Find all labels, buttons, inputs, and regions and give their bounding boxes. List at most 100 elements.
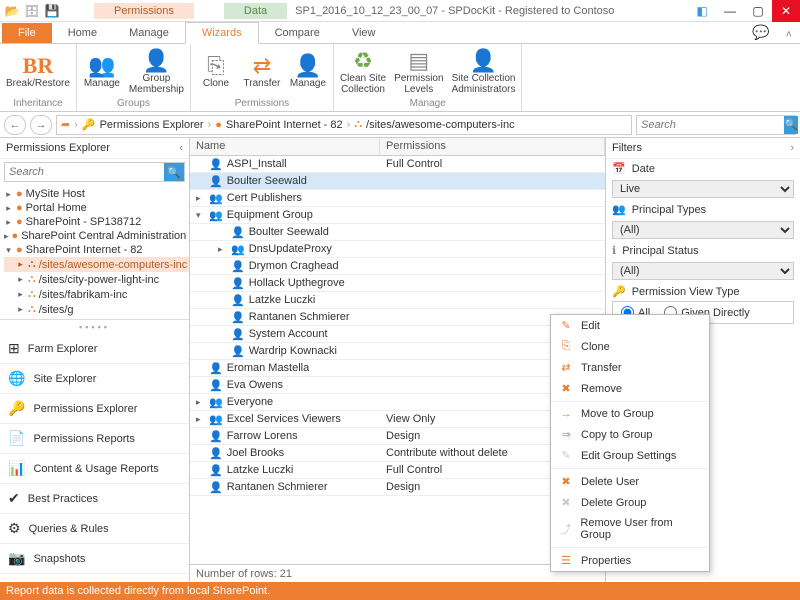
clone-button[interactable]: ⎘Clone xyxy=(197,55,235,89)
qat-save-icon[interactable]: 💾 xyxy=(44,3,60,19)
nav-search[interactable]: 🔍 xyxy=(636,115,796,135)
table-row[interactable]: 👤Drymon Craghead xyxy=(190,258,605,275)
ribbon-collapse-icon[interactable]: ˄ xyxy=(778,27,800,43)
nav-category[interactable]: 🌐Site Explorer xyxy=(0,364,189,394)
nav-category[interactable]: ⚙Queries & Rules xyxy=(0,514,189,544)
view-type-icon: 🔑 xyxy=(612,285,626,298)
tree-search[interactable]: 🔍 xyxy=(4,162,185,182)
group-membership-button[interactable]: 👤Group Membership xyxy=(129,50,184,95)
clean-site-button[interactable]: ♻Clean Site Collection xyxy=(340,50,386,95)
table-row[interactable]: 👤Wardrip Kownacki xyxy=(190,343,605,360)
title-bar: 📂 🗄 💾 Permissions Data SP1_2016_10_12_23… xyxy=(0,0,800,22)
tree-search-input[interactable] xyxy=(5,163,164,181)
transfer-button[interactable]: ⇄Transfer xyxy=(243,55,281,89)
groups-manage-button[interactable]: 👥Manage xyxy=(83,55,121,89)
tab-file[interactable]: File xyxy=(2,23,52,43)
site-admins-button[interactable]: 👤Site Collection Administrators xyxy=(452,50,516,95)
chevron-right-icon[interactable]: › xyxy=(790,142,794,154)
principal-types-select[interactable]: (All) xyxy=(612,221,794,239)
table-row[interactable]: 👤Eva Owens xyxy=(190,377,605,394)
search-icon[interactable]: 🔍 xyxy=(784,116,798,134)
table-row[interactable]: ▾👥Equipment Group xyxy=(190,207,605,224)
table-row[interactable]: 👤Rantanen Schmierer xyxy=(190,309,605,326)
menu-item[interactable]: ⇄Transfer xyxy=(551,357,709,378)
perm-manage-button[interactable]: 👤Manage xyxy=(289,55,327,89)
table-row[interactable]: 👤Rantanen SchmiererDesign xyxy=(190,479,605,496)
tab-home[interactable]: Home xyxy=(52,23,113,43)
help-square-icon[interactable]: ◧ xyxy=(688,0,716,22)
break-restore-button[interactable]: BRBreak/Restore xyxy=(6,55,70,89)
chevron-left-icon[interactable]: ‹ xyxy=(179,142,183,154)
perm-levels-button[interactable]: ▤Permission Levels xyxy=(394,50,443,95)
table-row[interactable]: 👤Latzke LuczkiFull Control xyxy=(190,462,605,479)
principal-status-icon: ℹ xyxy=(612,244,616,257)
tab-wizards[interactable]: Wizards xyxy=(185,22,259,44)
menu-item[interactable]: ⎘Clone xyxy=(551,336,709,357)
nav-category[interactable]: ✔Best Practices xyxy=(0,484,189,514)
minimize-button[interactable]: — xyxy=(716,0,744,22)
menu-item: ✖Delete Group xyxy=(551,492,709,513)
grid-body: 👤ASPI_InstallFull Control👤Boulter Seewal… xyxy=(190,156,605,564)
tree-overflow[interactable]: ▪▪▪▪▪ xyxy=(0,320,189,334)
nav-category[interactable]: ⊞Farm Explorer xyxy=(0,334,189,364)
table-row[interactable]: 👤Hollack Upthegrove xyxy=(190,275,605,292)
table-row[interactable]: 👤Eroman Mastella xyxy=(190,360,605,377)
menu-item[interactable]: ✎Edit xyxy=(551,315,709,336)
tab-compare[interactable]: Compare xyxy=(259,23,336,43)
search-icon[interactable]: 🔍 xyxy=(164,163,184,181)
principal-status-select[interactable]: (All) xyxy=(612,262,794,280)
table-row[interactable]: 👤Joel BrooksContribute without delete xyxy=(190,445,605,462)
qat-open-icon[interactable]: 📂 xyxy=(4,3,20,19)
left-panel-header: Permissions Explorer ‹ xyxy=(0,138,189,159)
tree-node[interactable]: ▸●MySite Host xyxy=(4,187,189,201)
nav-search-input[interactable] xyxy=(641,119,784,131)
table-row[interactable]: ▸👥Cert Publishers xyxy=(190,190,605,207)
tree-node[interactable]: ▸⛬/sites/city-power-light-inc xyxy=(4,272,189,287)
tree-node[interactable]: ▸●Portal Home xyxy=(4,201,189,215)
filters-header: Filters › xyxy=(606,138,800,159)
nav-back-button[interactable]: ← xyxy=(4,115,26,135)
table-row[interactable]: ▸👥Excel Services ViewersView Only xyxy=(190,411,605,428)
table-row[interactable]: 👤Latzke Luczki xyxy=(190,292,605,309)
menu-item[interactable]: ☰Properties xyxy=(551,550,709,571)
nav-category[interactable]: 📷Snapshots xyxy=(0,544,189,574)
nav-category[interactable]: 📊Content & Usage Reports xyxy=(0,454,189,484)
nav-category[interactable]: 🔑Permissions Explorer xyxy=(0,394,189,424)
menu-item[interactable]: ⇒Copy to Group xyxy=(551,424,709,445)
tab-view[interactable]: View xyxy=(336,23,392,43)
context-tab-permissions: Permissions xyxy=(94,3,194,19)
tree-node[interactable]: ▾●SharePoint Internet - 82 xyxy=(4,243,189,257)
col-name[interactable]: Name xyxy=(190,138,380,155)
grid-panel: Name Permissions 👤ASPI_InstallFull Contr… xyxy=(190,138,605,583)
table-row[interactable]: ▸👥DnsUpdateProxy xyxy=(190,241,605,258)
tree-node[interactable]: ▸⛬/sites/fabrikam-inc xyxy=(4,287,189,302)
date-select[interactable]: Live xyxy=(612,180,794,198)
breadcrumb[interactable]: ➦› 🔑Permissions Explorer› ●SharePoint In… xyxy=(56,115,632,135)
left-panel: Permissions Explorer ‹ 🔍 ▸●MySite Host▸●… xyxy=(0,138,190,583)
qat-db-icon[interactable]: 🗄 xyxy=(24,3,40,19)
tree-node[interactable]: ▸⛬/sites/g xyxy=(4,302,189,317)
table-row[interactable]: 👤Farrow LorensDesign xyxy=(190,428,605,445)
nav-category[interactable]: 📄Permissions Reports xyxy=(0,424,189,454)
table-row[interactable]: 👤ASPI_InstallFull Control xyxy=(190,156,605,173)
table-row[interactable]: 👤Boulter Seewald xyxy=(190,173,605,190)
table-row[interactable]: 👤System Account xyxy=(190,326,605,343)
calendar-icon: 📅 xyxy=(612,162,626,175)
nav-forward-button[interactable]: → xyxy=(30,115,52,135)
maximize-button[interactable]: ▢ xyxy=(744,0,772,22)
navigation-bar: ← → ➦› 🔑Permissions Explorer› ●SharePoin… xyxy=(0,112,800,138)
menu-item[interactable]: ✖Remove xyxy=(551,378,709,399)
help-bubble-icon[interactable]: 💬 xyxy=(744,22,777,43)
tab-manage[interactable]: Manage xyxy=(113,23,185,43)
tree-node[interactable]: ▸⛬/sites/awesome-computers-inc xyxy=(4,257,189,272)
close-button[interactable]: ✕ xyxy=(772,0,800,22)
nav-categories: ⊞Farm Explorer🌐Site Explorer🔑Permissions… xyxy=(0,334,189,583)
col-permissions[interactable]: Permissions xyxy=(380,138,605,155)
menu-item: ⤴Remove User from Group xyxy=(551,513,709,545)
tree-node[interactable]: ▸●SharePoint - SP138712 xyxy=(4,215,189,229)
menu-item[interactable]: →Move to Group xyxy=(551,404,709,424)
table-row[interactable]: ▸👥Everyone xyxy=(190,394,605,411)
menu-item[interactable]: ✖Delete User xyxy=(551,471,709,492)
table-row[interactable]: 👤Boulter Seewald xyxy=(190,224,605,241)
tree-node[interactable]: ▸●SharePoint Central Administration v xyxy=(4,229,189,243)
